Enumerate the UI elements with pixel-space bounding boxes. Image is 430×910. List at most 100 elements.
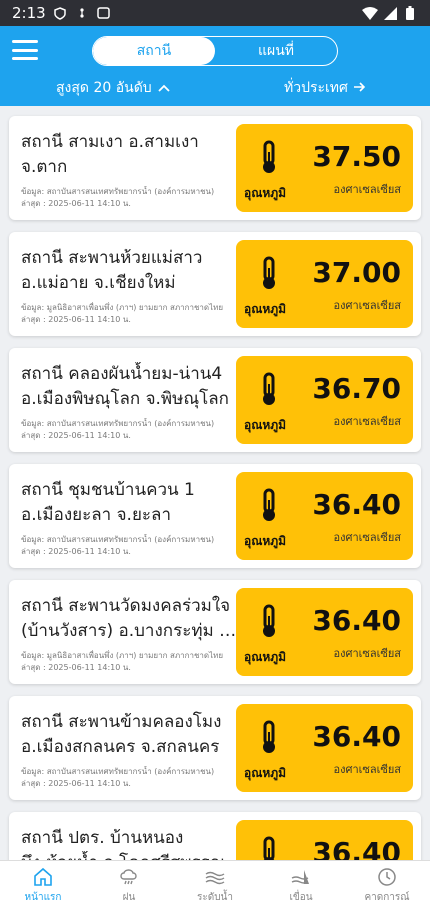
station-card[interactable]: สถานี สะพานข้ามคลองโมง อ.เมืองสกลนคร จ.ส… — [9, 696, 421, 800]
station-source: ข้อมูล: สถาบันสารสนเทศทรัพยากรน้ำ (องค์ก… — [21, 534, 241, 558]
arrow-right-icon — [353, 80, 366, 96]
temperature-label: อุณหภูมิ — [244, 650, 287, 664]
nav-home-label: หน้าแรก — [24, 892, 62, 903]
station-name-line1: สถานี สามเงา อ.สามเงา — [21, 132, 199, 152]
nav-dam-label: เขื่อน — [289, 892, 313, 903]
station-card[interactable]: สถานี สะพานวัดมงคลร่วมใจ (บ้านวังสาร) อ.… — [9, 580, 421, 684]
station-name: สถานี คลองผันน้ำยม-น่าน4 อ.เมืองพิษณุโลก… — [21, 362, 239, 412]
rain-icon — [120, 869, 137, 885]
wifi-icon — [362, 5, 378, 21]
station-name-line1: สถานี สะพานวัดมงคลร่วมใจ — [21, 596, 231, 616]
status-bar: 2:13 — [0, 0, 430, 26]
station-name-line2: อ.เมืองยะลา จ.ยะลา — [21, 505, 172, 525]
temperature-label: อุณหภูมิ — [244, 186, 287, 200]
station-name-line1: สถานี ชุมชนบ้านควน 1 — [21, 480, 195, 500]
temperature-badge: อุณหภูมิ 36.40 องศาเซลเซียส — [236, 704, 413, 792]
updated-text: ล่าสุด : 2025-06-11 14:10 น. — [21, 315, 131, 324]
station-card[interactable]: สถานี ปตร. บ้านหนอง บึง-ห้วยน้ำ อ.โคกศรี… — [9, 812, 421, 860]
station-name-line2: อ.เมืองสกลนคร จ.สกลนคร — [21, 737, 220, 757]
station-name-line1: สถานี สะพานข้ามคลองโมง — [21, 712, 222, 732]
station-source: ข้อมูล: สถาบันสารสนเทศทรัพยากรน้ำ (องค์ก… — [21, 766, 241, 790]
thermometer-icon — [263, 372, 275, 405]
country-label: ทั่วประเทศ — [284, 80, 348, 96]
temperature-value: 36.70 — [312, 372, 401, 405]
source-text: ข้อมูล: สถาบันสารสนเทศทรัพยากรน้ำ (องค์ก… — [21, 187, 215, 196]
station-name: สถานี ปตร. บ้านหนอง บึง-ห้วยน้ำ อ.โคกศรี… — [21, 826, 239, 860]
station-name-line2: จ.ตาก — [21, 157, 68, 177]
chevron-up-icon — [158, 80, 170, 96]
station-source: ข้อมูล: สถาบันสารสนเทศทรัพยากรน้ำ (องค์ก… — [21, 418, 241, 442]
nav-water-level[interactable]: ระดับน้ำ — [172, 861, 258, 910]
water-level-icon — [205, 871, 225, 885]
status-time: 2:13 — [12, 4, 46, 22]
temperature-value: 36.40 — [312, 720, 401, 753]
clock-icon — [378, 868, 396, 886]
temperature-label: อุณหภูมิ — [244, 418, 287, 432]
shield-icon — [52, 5, 68, 21]
temperature-unit: องศาเซลเซียส — [333, 183, 402, 196]
station-name-line1: สถานี ปตร. บ้านหนอง — [21, 828, 184, 848]
nav-rain[interactable]: ฝน — [86, 861, 172, 910]
temperature-value: 36.40 — [312, 488, 401, 521]
station-card[interactable]: สถานี สามเงา อ.สามเงา จ.ตาก ข้อมูล: สถาบ… — [9, 116, 421, 220]
thermometer-icon — [263, 720, 275, 753]
nav-forecast-label: คาดการณ์ — [364, 892, 410, 903]
thermometer-icon — [263, 256, 275, 289]
app-header: สถานี แผนที่ สูงสุด 20 อันดับ ทั่วประเทศ — [0, 26, 430, 106]
updated-text: ล่าสุด : 2025-06-11 14:10 น. — [21, 779, 131, 788]
station-name: สถานี สามเงา อ.สามเงา จ.ตาก — [21, 130, 239, 180]
bottom-nav: หน้าแรก ฝน ระดับน้ำ เขื่อน คาดการณ์ — [0, 860, 430, 910]
updated-text: ล่าสุด : 2025-06-11 14:10 น. — [21, 431, 131, 440]
menu-icon[interactable] — [12, 40, 38, 60]
country-selector[interactable]: ทั่วประเทศ — [284, 77, 366, 99]
station-name-line2: บึง-ห้วยน้ำ อ.โคกศรีสุพรรณ — [21, 851, 239, 860]
temperature-unit: องศาเซลเซียส — [333, 647, 402, 660]
home-icon — [34, 867, 52, 886]
station-name: สถานี ชุมชนบ้านควน 1 อ.เมืองยะลา จ.ยะลา — [21, 478, 239, 528]
temperature-label: อุณหภูมิ — [244, 302, 287, 316]
nav-forecast[interactable]: คาดการณ์ — [344, 861, 430, 910]
temperature-value: 36.40 — [312, 836, 401, 860]
station-list: สถานี สามเงา อ.สามเงา จ.ตาก ข้อมูล: สถาบ… — [0, 106, 430, 860]
station-card[interactable]: สถานี ชุมชนบ้านควน 1 อ.เมืองยะลา จ.ยะลา … — [9, 464, 421, 568]
thermometer-icon — [263, 140, 275, 173]
screenshot-icon — [96, 5, 112, 21]
temperature-unit: องศาเซลเซียส — [333, 415, 402, 428]
temperature-value: 37.00 — [312, 256, 401, 289]
signal-icon — [382, 5, 398, 21]
station-name-line2: (บ้านวังสาร) อ.บางกระทุ่ม จ... — [21, 621, 239, 641]
source-text: ข้อมูล: สถาบันสารสนเทศทรัพยากรน้ำ (องค์ก… — [21, 767, 215, 776]
filter-bar: สูงสุด 20 อันดับ ทั่วประเทศ — [0, 76, 430, 100]
thermometer-icon — [263, 488, 275, 521]
updated-text: ล่าสุด : 2025-06-11 14:10 น. — [21, 547, 131, 556]
source-text: ข้อมูล: สถาบันสารสนเทศทรัพยากรน้ำ (องค์ก… — [21, 535, 215, 544]
station-name-line1: สถานี สะพานห้วยแม่สาว — [21, 248, 203, 268]
battery-icon — [402, 5, 418, 21]
station-name: สถานี สะพานข้ามคลองโมง อ.เมืองสกลนคร จ.ส… — [21, 710, 239, 760]
view-toggle: สถานี แผนที่ — [92, 36, 338, 66]
thermometer-icon — [263, 604, 275, 637]
temperature-unit: องศาเซลเซียส — [333, 763, 402, 776]
station-card[interactable]: สถานี สะพานห้วยแม่สาว อ.แม่อาย จ.เชียงให… — [9, 232, 421, 336]
tab-station[interactable]: สถานี — [93, 37, 215, 65]
station-name-line2: อ.แม่อาย จ.เชียงใหม่ — [21, 273, 176, 293]
station-name: สถานี สะพานวัดมงคลร่วมใจ (บ้านวังสาร) อ.… — [21, 594, 239, 644]
tab-map[interactable]: แผนที่ — [215, 37, 337, 65]
nav-rain-label: ฝน — [122, 892, 136, 903]
station-source: ข้อมูล: มูลนิธิอาสาเพื่อนพึ่ง (ภาฯ) ยามย… — [21, 302, 241, 326]
updated-text: ล่าสุด : 2025-06-11 14:10 น. — [21, 663, 131, 672]
nav-home[interactable]: หน้าแรก — [0, 861, 86, 910]
temperature-badge: อุณหภูมิ 36.40 องศาเซลเซียส — [236, 472, 413, 560]
top-rank-selector[interactable]: สูงสุด 20 อันดับ — [56, 77, 170, 99]
temperature-badge: อุณหภูมิ 37.00 องศาเซลเซียส — [236, 240, 413, 328]
station-name-line2: อ.เมืองพิษณุโลก จ.พิษณุโลก — [21, 389, 229, 409]
nav-dam[interactable]: เขื่อน — [258, 861, 344, 910]
temperature-unit: องศาเซลเซียส — [333, 299, 402, 312]
station-card[interactable]: สถานี คลองผันน้ำยม-น่าน4 อ.เมืองพิษณุโลก… — [9, 348, 421, 452]
station-source: ข้อมูล: มูลนิธิอาสาเพื่อนพึ่ง (ภาฯ) ยามย… — [21, 650, 241, 674]
source-text: ข้อมูล: มูลนิธิอาสาเพื่อนพึ่ง (ภาฯ) ยามย… — [21, 651, 224, 660]
temperature-unit: องศาเซลเซียส — [333, 531, 402, 544]
temperature-badge: อุณหภูมิ 36.40 องศาเซลเซียส — [236, 820, 413, 860]
dam-icon — [291, 870, 309, 884]
temperature-label: อุณหภูมิ — [244, 766, 287, 780]
